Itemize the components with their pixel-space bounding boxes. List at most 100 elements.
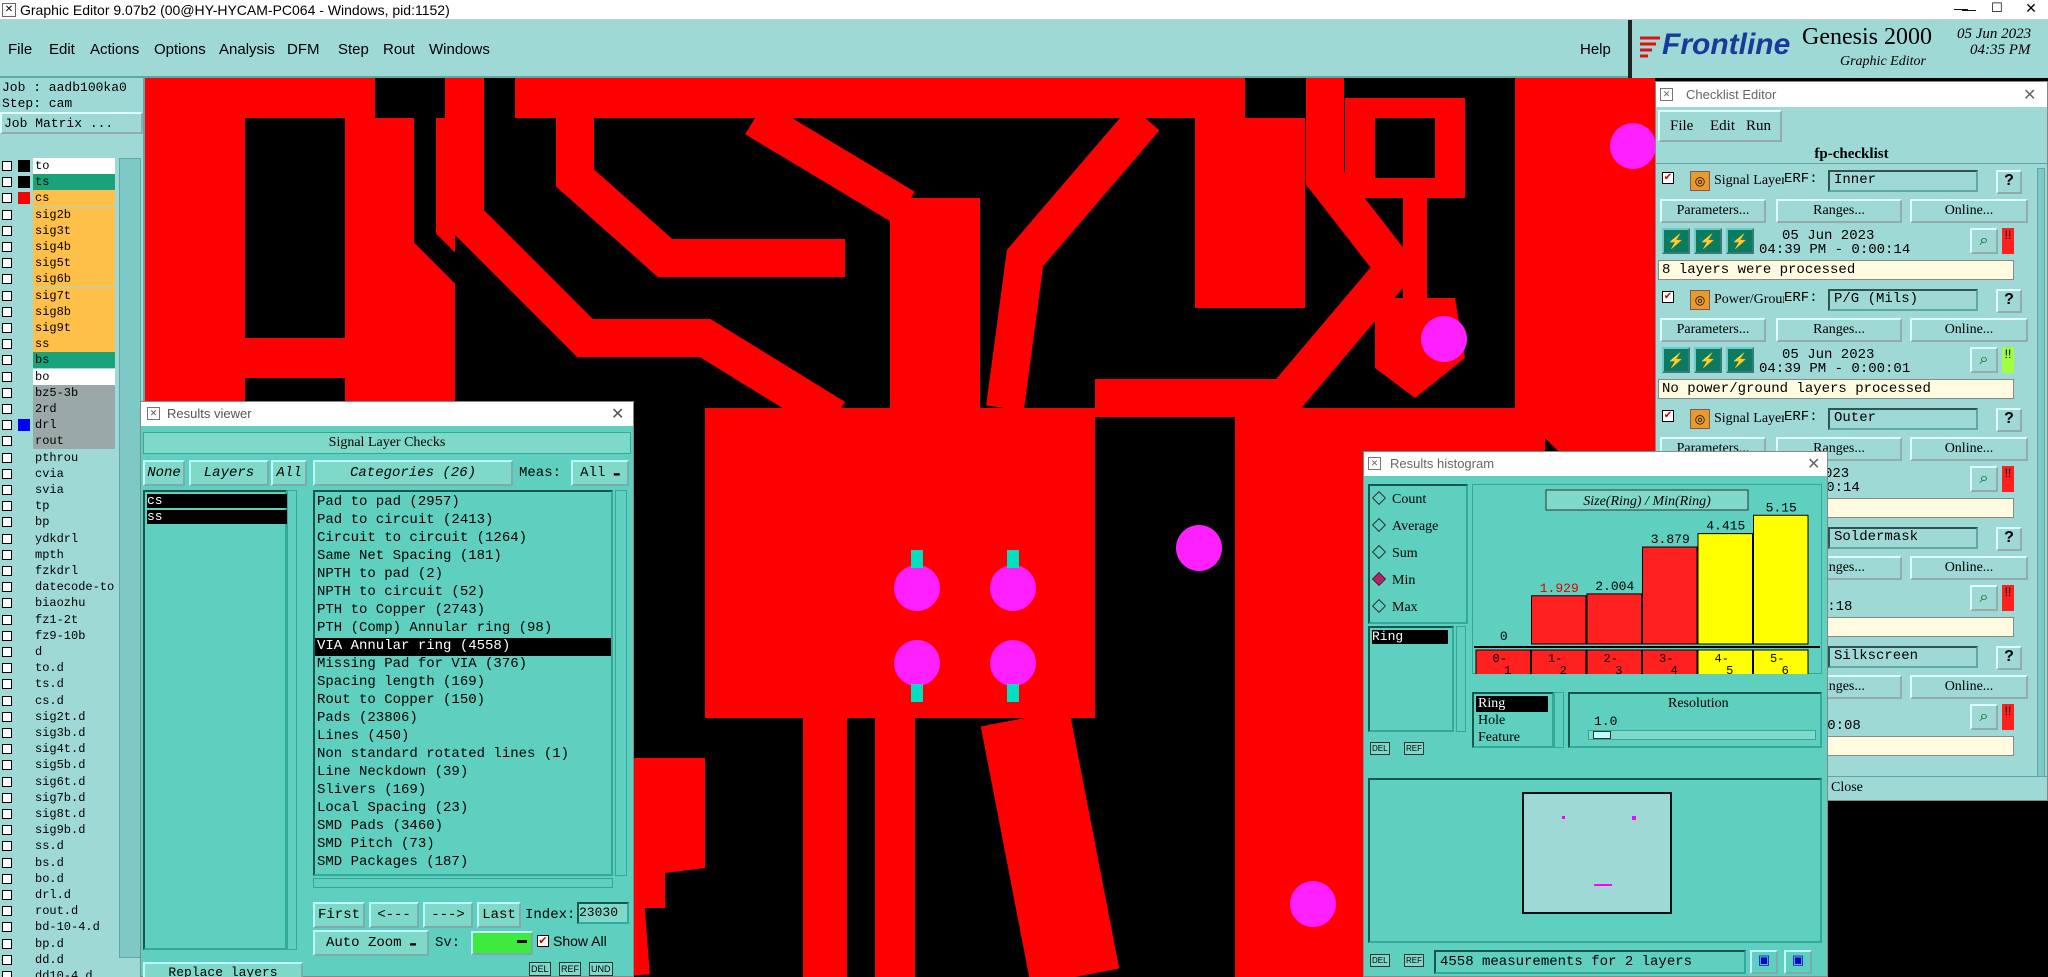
run-action-icon[interactable]: ⚡ <box>1726 347 1754 373</box>
layer-name[interactable]: sig6t.d <box>33 773 115 790</box>
run-action-icon[interactable]: ⚡ <box>1694 347 1722 373</box>
prev-button[interactable]: <--- <box>369 902 419 928</box>
layer-checkbox[interactable] <box>2 452 12 463</box>
layer-row[interactable]: sig3t <box>0 222 118 239</box>
layer-checkbox[interactable] <box>2 177 12 188</box>
next-button[interactable]: ---> <box>423 902 473 928</box>
layer-row[interactable]: rout <box>0 433 118 450</box>
action-checkbox[interactable]: ✔ <box>1662 291 1674 303</box>
layer-checkbox[interactable] <box>2 549 12 560</box>
mode-option[interactable]: Count <box>1371 490 1426 510</box>
ce-menu-edit[interactable]: Edit <box>1710 118 1735 135</box>
histogram-bar[interactable] <box>1531 595 1587 645</box>
zoom-in-icon[interactable]: ▣ <box>1750 950 1778 974</box>
layer-name[interactable]: pthrou <box>33 449 115 466</box>
layer-checkbox[interactable] <box>2 323 12 333</box>
auto-zoom-dropdown[interactable]: Auto Zoom ▬ <box>313 930 429 956</box>
layer-name[interactable]: sig8t.d <box>33 806 115 822</box>
parameters-button[interactable]: Parameters... <box>1660 199 1766 223</box>
layer-name[interactable]: sig5b.d <box>33 757 115 774</box>
layer-checkbox[interactable] <box>2 760 12 771</box>
layer-row[interactable]: drl.d <box>0 887 118 903</box>
layer-checkbox[interactable] <box>2 258 12 269</box>
layer-name[interactable]: sig6b <box>33 271 115 288</box>
erf-field[interactable]: Inner <box>1828 170 1978 192</box>
layer-color-swatch[interactable] <box>18 160 30 172</box>
layer-name[interactable]: ts <box>33 174 115 191</box>
layer-row[interactable]: sig7t <box>0 287 118 304</box>
layer-row[interactable]: 2rd <box>0 401 118 417</box>
layer-color-swatch[interactable] <box>18 565 30 577</box>
layer-row[interactable]: biaozhu <box>0 595 118 612</box>
layer-name[interactable]: tp <box>33 498 115 515</box>
layer-checkbox[interactable] <box>2 809 12 819</box>
ranges-button[interactable]: Ranges... <box>1776 199 1902 223</box>
layer-name[interactable]: bp <box>33 514 115 531</box>
layer-checkbox[interactable] <box>2 679 12 690</box>
layer-checkbox[interactable] <box>2 225 12 236</box>
mode-option[interactable]: Average <box>1371 517 1438 537</box>
help-icon[interactable]: ? <box>1996 527 2022 551</box>
field-scrollbar[interactable] <box>1456 626 1466 732</box>
mode-option[interactable]: Sum <box>1371 544 1418 564</box>
layer-checkbox[interactable] <box>2 355 12 366</box>
layer-name[interactable]: sig4b <box>33 239 115 255</box>
category-hscrollbar[interactable] <box>313 878 613 888</box>
layer-color-swatch[interactable] <box>18 435 30 447</box>
radio-icon[interactable] <box>1371 490 1387 506</box>
results-viewer-titlebar[interactable]: ✕ Results viewer ✕ <box>141 402 633 426</box>
layer-row[interactable]: pthrou <box>0 449 118 466</box>
layer-row[interactable]: mpth <box>0 546 118 563</box>
layer-name[interactable]: sig3t <box>33 222 115 239</box>
minimize-button[interactable]: — <box>1946 0 1976 20</box>
layer-name[interactable]: cvia <box>33 465 115 482</box>
layer-color-swatch[interactable] <box>18 354 30 366</box>
layer-color-swatch[interactable] <box>18 678 30 690</box>
layer-row[interactable]: sig9t <box>0 320 118 336</box>
category-item[interactable]: NPTH to circuit (52) <box>315 584 611 602</box>
layer-row[interactable]: bz5-3b <box>0 384 118 401</box>
layer-color-swatch[interactable] <box>18 970 30 977</box>
layer-name[interactable]: sig8b <box>33 303 115 320</box>
layer-row[interactable]: ydkdrl <box>0 530 118 547</box>
menu-analysis[interactable]: Analysis <box>219 41 275 58</box>
layer-name[interactable]: bo.d <box>33 870 115 887</box>
layer-checkbox[interactable] <box>2 339 12 350</box>
menu-options[interactable]: Options <box>154 41 206 58</box>
layer-color-swatch[interactable] <box>18 192 30 205</box>
layer-checkbox[interactable] <box>2 371 12 382</box>
histogram-bar[interactable] <box>1697 533 1753 645</box>
layer-name[interactable]: cs.d <box>33 692 115 709</box>
layer-row[interactable]: fz1-2t <box>0 611 118 628</box>
magnify-icon[interactable]: ⌕ <box>1970 347 1998 373</box>
layer-name[interactable]: sig7t <box>33 287 115 304</box>
category-item[interactable]: Local Spacing (23) <box>315 800 611 818</box>
category-item[interactable]: SMD Pitch (73) <box>315 836 611 854</box>
layer-checkbox[interactable] <box>2 420 12 431</box>
layer-color-swatch[interactable] <box>18 403 30 415</box>
layer-name[interactable]: ss <box>33 336 115 353</box>
layer-name[interactable]: bs.d <box>33 854 115 871</box>
layer-row[interactable]: ts.d <box>0 676 118 693</box>
layer-name[interactable]: ydkdrl <box>33 530 115 547</box>
erf-field[interactable]: Soldermask <box>1828 527 1978 549</box>
layer-checkbox[interactable] <box>2 825 12 836</box>
layer-checkbox[interactable] <box>2 630 12 641</box>
layer-color-swatch[interactable] <box>18 290 30 302</box>
resolution-slider[interactable] <box>1588 730 1816 740</box>
radio-icon[interactable] <box>1371 517 1387 533</box>
layer-color-swatch[interactable] <box>18 808 30 820</box>
layer-color-swatch[interactable] <box>18 533 30 545</box>
checklist-editor-titlebar[interactable]: ✕ Checklist Editor ✕ <box>1656 82 2047 107</box>
zoom-out-icon[interactable]: ▣ <box>1784 950 1812 974</box>
layer-name[interactable]: drl <box>33 417 115 434</box>
category-item[interactable]: NPTH to pad (2) <box>315 566 611 584</box>
layer-color-swatch[interactable] <box>18 500 30 512</box>
layer-name[interactable]: sig9b.d <box>33 822 115 839</box>
layer-color-swatch[interactable] <box>18 468 30 480</box>
layer-row[interactable]: drl <box>0 417 118 434</box>
category-scrollbar[interactable] <box>615 490 627 876</box>
histogram-bar[interactable] <box>1753 514 1809 645</box>
online-button[interactable]: Online... <box>1910 199 2028 223</box>
layer-row[interactable]: tp <box>0 498 118 515</box>
